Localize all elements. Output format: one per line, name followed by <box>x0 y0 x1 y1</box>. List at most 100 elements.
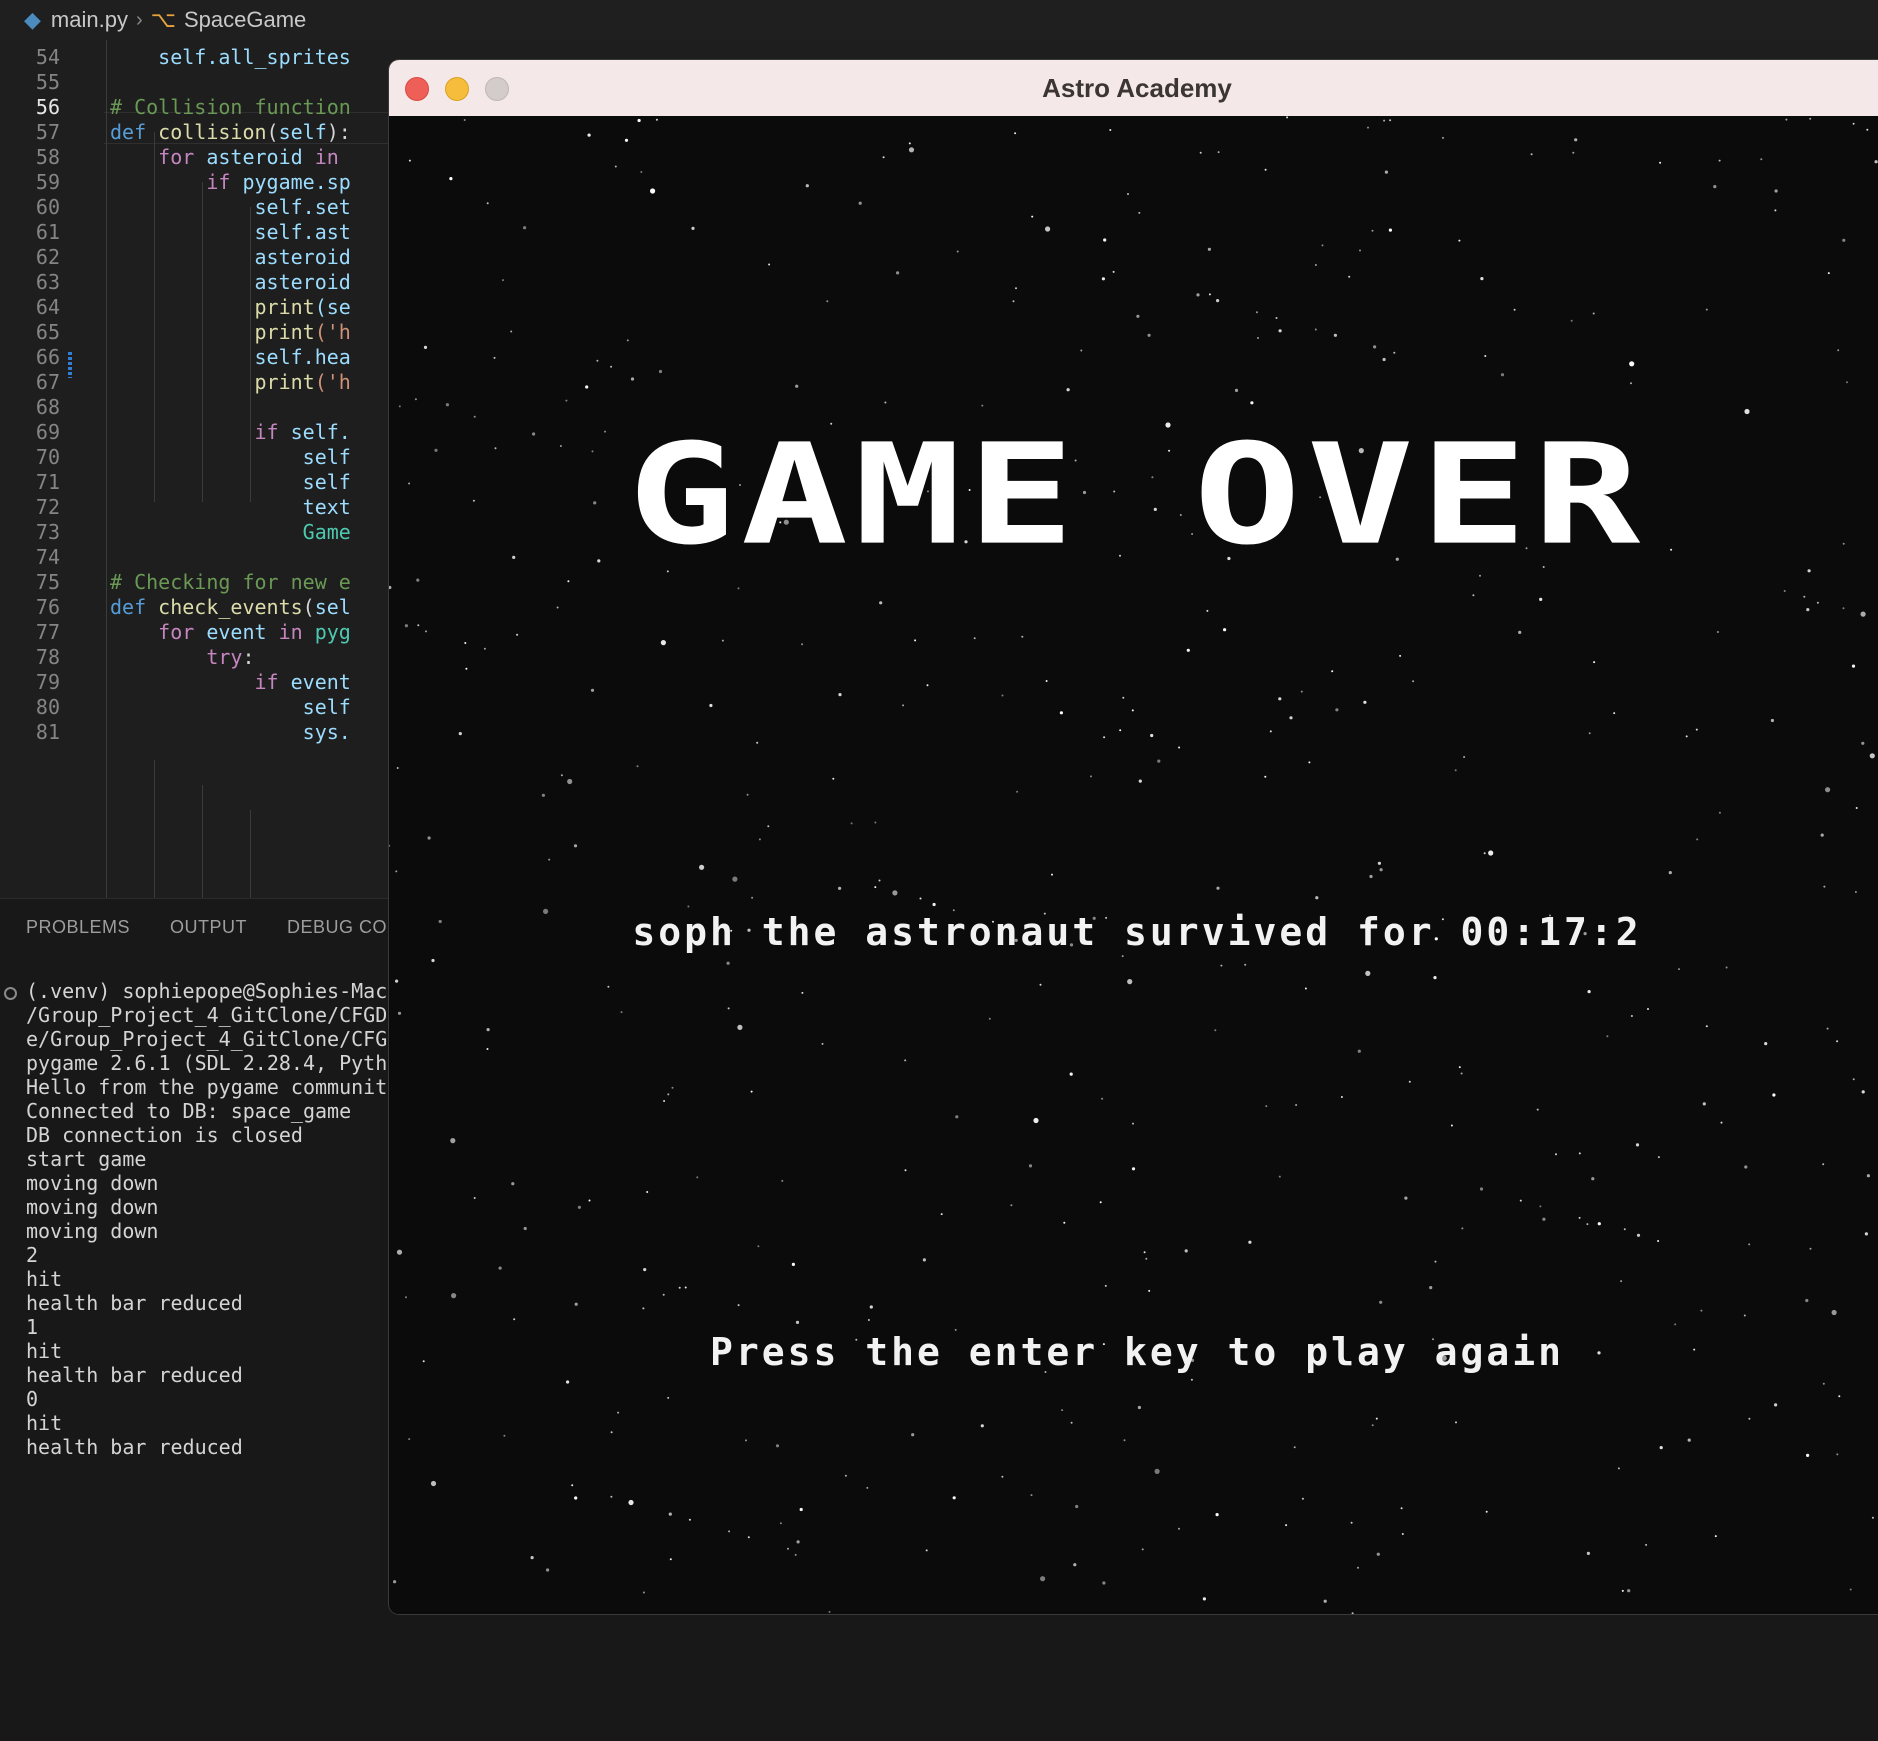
terminal-line: Connected to DB: space_game <box>26 1099 352 1123</box>
star <box>779 1522 782 1525</box>
star <box>1748 1243 1751 1246</box>
star <box>566 1380 570 1384</box>
star <box>650 188 656 194</box>
tab-debug-console[interactable]: DEBUG CON <box>287 917 401 938</box>
star <box>1695 728 1698 731</box>
indent-guide <box>202 785 203 898</box>
star <box>684 1286 687 1289</box>
star <box>530 1556 534 1560</box>
star <box>1014 132 1017 135</box>
code-token: for <box>110 145 207 169</box>
star <box>1399 654 1402 657</box>
star <box>1597 1222 1601 1226</box>
star <box>1028 1164 1033 1168</box>
star <box>1770 718 1774 723</box>
star <box>607 985 610 988</box>
star <box>1293 1446 1296 1449</box>
star <box>1103 238 1107 242</box>
star <box>513 1318 516 1321</box>
star <box>1714 1535 1717 1538</box>
star <box>688 1518 691 1521</box>
terminal-output[interactable]: (.venv) sophiepope@Sophies-Mac/Group_Pro… <box>26 979 387 1459</box>
star <box>908 142 911 145</box>
tab-problems[interactable]: PROBLEMS <box>26 917 130 938</box>
breadcrumb-symbol[interactable]: SpaceGame <box>184 7 306 33</box>
star <box>1147 333 1151 337</box>
star <box>1039 983 1042 986</box>
star <box>486 1048 489 1050</box>
code-token: collision <box>158 120 267 144</box>
star <box>1816 601 1819 604</box>
game-canvas[interactable]: GAME OVER soph the astronaut survived fo… <box>389 116 1878 1614</box>
star <box>1822 1163 1825 1166</box>
star <box>1606 1035 1609 1038</box>
star <box>1363 700 1367 704</box>
code-token: self <box>110 695 351 719</box>
star <box>1586 1551 1590 1555</box>
star <box>614 165 617 168</box>
star <box>667 1093 670 1096</box>
terminal-line: health bar reduced <box>26 1291 243 1315</box>
star <box>1404 1196 1408 1200</box>
star <box>1351 1612 1354 1614</box>
terminal-line: moving down <box>26 1171 159 1195</box>
star <box>573 844 578 848</box>
star <box>869 1305 873 1309</box>
code-token: self <box>110 445 351 469</box>
star <box>1408 1080 1411 1083</box>
star <box>732 876 738 882</box>
star <box>1033 1117 1039 1124</box>
star <box>902 704 905 707</box>
star <box>1657 1240 1660 1242</box>
star <box>1484 355 1487 357</box>
terminal-line: moving down <box>26 1195 159 1219</box>
code-token: self. <box>290 420 351 444</box>
starfield-background <box>389 116 1878 1614</box>
star <box>389 585 392 590</box>
star <box>1827 272 1830 275</box>
star <box>1866 128 1869 131</box>
star <box>1388 228 1392 232</box>
code-token: asteroid <box>110 270 351 294</box>
star <box>1613 712 1616 715</box>
terminal-line: start game <box>26 1147 147 1171</box>
star <box>1070 1421 1073 1424</box>
star <box>587 133 591 137</box>
star <box>1375 1417 1378 1420</box>
star <box>1822 1382 1825 1385</box>
star <box>925 1549 928 1552</box>
star <box>1846 381 1848 384</box>
star <box>655 118 658 121</box>
star <box>1854 891 1857 893</box>
play-again-prompt: Press the enter key to play again <box>710 1330 1564 1374</box>
star <box>1713 185 1717 189</box>
star <box>1223 628 1227 632</box>
star <box>805 184 809 188</box>
code-token: ('h <box>314 370 351 394</box>
star <box>636 765 639 768</box>
star <box>1674 1323 1677 1326</box>
star <box>1131 1167 1136 1171</box>
class-symbol-icon: ⌥ <box>150 7 176 32</box>
star <box>1836 1040 1839 1043</box>
window-titlebar[interactable]: Astro Academy <box>389 60 1878 117</box>
star <box>1591 1177 1595 1181</box>
breadcrumb-file[interactable]: main.py <box>51 7 128 33</box>
star <box>1592 312 1595 315</box>
star <box>884 401 887 404</box>
star <box>1593 661 1596 664</box>
game-window[interactable]: Astro Academy GAME OVER soph the astrona… <box>389 60 1878 1614</box>
tab-output[interactable]: OUTPUT <box>170 917 247 938</box>
star <box>1864 1232 1868 1236</box>
star <box>1121 955 1124 958</box>
star <box>850 822 853 825</box>
terminal-line: hit <box>26 1339 63 1363</box>
star <box>1627 1589 1631 1593</box>
star <box>794 1553 797 1556</box>
star <box>768 263 771 266</box>
star <box>1743 1314 1746 1317</box>
star <box>610 1431 613 1434</box>
star <box>988 1017 991 1020</box>
terminal-command-status-icon[interactable] <box>4 987 17 1000</box>
star <box>727 1007 730 1010</box>
